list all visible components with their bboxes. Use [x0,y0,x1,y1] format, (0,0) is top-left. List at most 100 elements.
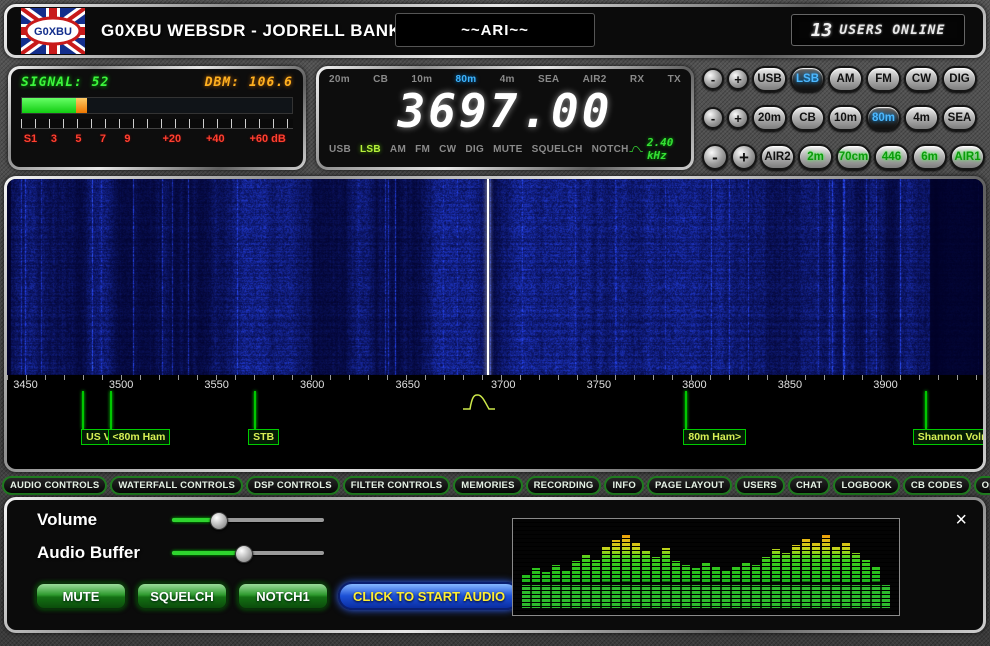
band-button-4m[interactable]: 4m [904,105,939,131]
mode-indicator-fm[interactable]: FM [415,144,430,155]
audio-buffer-slider[interactable] [172,545,324,561]
band-indicator-cb[interactable]: CB [373,74,388,85]
step-up-button-row1[interactable]: + [727,68,749,90]
volume-slider[interactable] [172,512,324,528]
step-up-button-row2[interactable]: + [727,107,749,129]
tab-chat[interactable]: CHAT [788,476,830,495]
filter-shape-icon [629,143,643,155]
band-marker-80m-ham[interactable]: <80m Ham [108,429,171,445]
passband-filter-icon[interactable] [462,393,496,411]
mute-button[interactable]: MUTE [35,582,127,610]
close-icon[interactable]: × [955,510,967,530]
tab-memories[interactable]: MEMORIES [453,476,522,495]
frequency-scale-label-3650: 3650 [395,379,419,391]
buffer-slider-handle[interactable] [235,545,253,563]
signal-label: SIGNAL: [21,75,83,90]
signal-scale-label-5: 5 [75,133,81,145]
signal-readout: SIGNAL: 52 [21,75,109,90]
dbm-readout: DBM: 106.6 [205,75,293,90]
users-online-label: USERS ONLINE [839,23,945,38]
mode-indicator-notch[interactable]: NOTCH [592,144,629,155]
eq-bar-35 [872,567,880,582]
step-down-button-row1[interactable]: - [702,68,724,90]
band-button-80m[interactable]: 80m [866,105,901,131]
eq-bar-18 [702,563,710,582]
tab-dsp-controls[interactable]: DSP CONTROLS [246,476,340,495]
signal-scale-label-7: 7 [100,133,106,145]
eq-bar-29 [812,542,820,582]
tab-openwebrx[interactable]: OpenWebRX [974,476,990,495]
band-marker-80m-ham[interactable]: 80m Ham> [683,429,746,445]
banner-box: ~~ARI~~ [395,13,595,47]
tab-cb-codes[interactable]: CB CODES [903,476,971,495]
band-button-air1[interactable]: AIR1 [950,144,985,170]
tab-logbook[interactable]: LOGBOOK [833,476,899,495]
mode-indicator-cw[interactable]: CW [439,144,456,155]
band-button-70cm[interactable]: 70cm [836,144,871,170]
notch1-button[interactable]: NOTCH1 [237,582,329,610]
eq-bar-24 [762,557,770,582]
band-button-dig[interactable]: DIG [942,66,977,92]
mode-indicator-dig[interactable]: DIG [465,144,484,155]
band-grid-row-2: -+20mCB10m80m4mSEA [702,105,988,131]
tab-page-layout[interactable]: PAGE LAYOUT [647,476,732,495]
tuning-indicator-line[interactable] [487,179,489,391]
tab-users[interactable]: USERS [735,476,785,495]
tab-filter-controls[interactable]: FILTER CONTROLS [343,476,450,495]
step-up-button-row3[interactable]: + [731,144,757,170]
band-button-usb[interactable]: USB [752,66,787,92]
band-button-10m[interactable]: 10m [828,105,863,131]
band-marker-stb[interactable]: STB [248,429,279,445]
eq-bar-20 [722,571,730,582]
band-button-air2[interactable]: AIR2 [760,144,795,170]
signal-scale-labels: S13579+20+40+60 dB [21,133,293,149]
mode-indicator-am[interactable]: AM [390,144,406,155]
audio-panel-frame: Volume Audio Buffer MUTE SQUELCH NOTCH1 … [4,497,986,633]
mode-indicator-mute[interactable]: MUTE [493,144,523,155]
band-button-6m[interactable]: 6m [912,144,947,170]
eq-bar-19 [712,567,720,582]
tab-waterfall-controls[interactable]: WATERFALL CONTROLS [110,476,243,495]
eq-bar-23 [752,565,760,582]
mode-indicator-usb[interactable]: USB [329,144,351,155]
tab-recording[interactable]: RECORDING [526,476,602,495]
step-down-button-row2[interactable]: - [702,107,724,129]
frequency-scale[interactable]: 3450350035503600365037003750380038503900 [7,375,983,391]
volume-slider-handle[interactable] [210,512,228,530]
waterfall-canvas[interactable] [7,179,983,375]
eq-bar-30 [822,535,830,582]
header-frame: G0XBU G0XBU WEBSDR - JODRELL BANK ~~ARI~… [4,4,986,58]
spectrum-baseline [522,585,890,608]
band-marker-shannon-volme[interactable]: Shannon Volme [913,429,983,445]
band-button-cb[interactable]: CB [790,105,825,131]
mode-indicator-squelch[interactable]: SQUELCH [532,144,583,155]
tab-info[interactable]: INFO [604,476,644,495]
frequency-scale-label-3700: 3700 [491,379,515,391]
waterfall-panel: 3450350035503600365037003750380038503900… [7,179,983,469]
squelch-button[interactable]: SQUELCH [136,582,228,610]
eq-bar-1 [532,568,540,582]
step-down-button-row3[interactable]: - [702,144,728,170]
eq-bar-3 [552,565,560,582]
band-button-am[interactable]: AM [828,66,863,92]
band-grid-row-1: -+USBLSBAMFMCWDIG [702,66,988,92]
band-indicator-20m[interactable]: 20m [329,74,350,85]
frequency-scale-label-3900: 3900 [873,379,897,391]
signal-scale-label-20: +20 [162,133,181,145]
eq-bar-17 [692,568,700,581]
start-audio-button[interactable]: CLICK TO START AUDIO [338,582,520,610]
band-indicator-tx[interactable]: TX [668,74,681,85]
band-button-446[interactable]: 446 [874,144,909,170]
logo-text: G0XBU [34,26,72,38]
band-button-20m[interactable]: 20m [752,105,787,131]
band-button-sea[interactable]: SEA [942,105,977,131]
band-button-cw[interactable]: CW [904,66,939,92]
eq-bar-2 [542,572,550,582]
mode-indicator-lsb[interactable]: LSB [360,144,381,155]
dbm-label: DBM: [205,75,240,90]
tab-audio-controls[interactable]: AUDIO CONTROLS [2,476,107,495]
band-button-lsb[interactable]: LSB [790,66,825,92]
band-indicator-rx[interactable]: RX [630,74,645,85]
band-button-fm[interactable]: FM [866,66,901,92]
band-button-2m[interactable]: 2m [798,144,833,170]
